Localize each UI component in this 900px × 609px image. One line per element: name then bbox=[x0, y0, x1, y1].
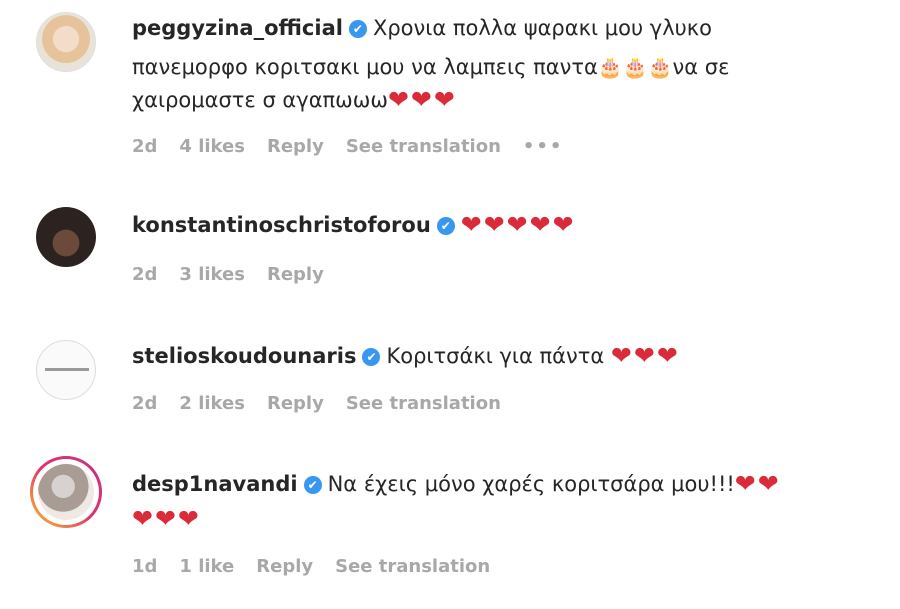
heart-emoji-icon: ❤❤❤❤❤ bbox=[460, 210, 576, 239]
comment-body: stelioskoudounaris ✔ Κοριτσάκι για πάντα ❤… bbox=[132, 340, 680, 372]
likes-count[interactable]: 2 likes bbox=[179, 393, 245, 414]
comment-body: konstantinoschristoforou ✔ ❤❤❤❤❤ bbox=[132, 209, 576, 241]
comment-meta: 2d 4 likes Reply See translation ••• bbox=[132, 136, 585, 157]
avatar[interactable] bbox=[36, 340, 96, 400]
verified-badge-icon: ✔ bbox=[303, 476, 322, 494]
comment-text: Να έχεις μόνο χαρές κοριτσάρα μου!!! bbox=[327, 472, 735, 496]
heart-emoji-icon: ❤❤ bbox=[734, 469, 781, 498]
comment-body: desp1navandi ✔ Να έχεις μόνο χαρές κοριτσά… bbox=[132, 468, 781, 500]
comment-time: 2d bbox=[132, 136, 158, 157]
likes-count[interactable]: 1 like bbox=[179, 556, 234, 577]
avatar-logo bbox=[45, 368, 89, 371]
see-translation-link[interactable]: See translation bbox=[346, 136, 501, 157]
comment-meta: 2d 3 likes Reply bbox=[132, 264, 346, 285]
reply-button[interactable]: Reply bbox=[267, 136, 324, 157]
comment-meta: 1d 1 like Reply See translation bbox=[132, 556, 512, 577]
comment-text: Χρονια πολλα ψαρακι μου γλυκο bbox=[372, 16, 713, 40]
comment-text: πανεμορφο κοριτσακι μου να λαμπεις παντα bbox=[132, 55, 598, 79]
see-translation-link[interactable]: See translation bbox=[335, 556, 490, 577]
verified-badge-icon: ✔ bbox=[436, 217, 455, 235]
comment-body: peggyzina_official ✔ Χρονια πολλα ψαρακι μ… bbox=[132, 12, 712, 44]
avatar-story-ring[interactable] bbox=[30, 456, 102, 528]
avatar bbox=[38, 464, 94, 520]
avatar[interactable] bbox=[36, 207, 96, 267]
username-link[interactable]: desp1navandi bbox=[132, 472, 298, 496]
comment-body-line: πανεμορφο κοριτσακι μου να λαμπεις παντα… bbox=[132, 51, 729, 83]
comment-text: χαιρομαστε σ αγαπωωω bbox=[132, 88, 388, 112]
comment-body-line: χαιρομαστε σ αγαπωωω❤❤❤ bbox=[132, 84, 457, 116]
comment-meta: 2d 2 likes Reply See translation bbox=[132, 393, 523, 414]
username-link[interactable]: stelioskoudounaris bbox=[132, 344, 356, 368]
see-translation-link[interactable]: See translation bbox=[346, 393, 501, 414]
reply-button[interactable]: Reply bbox=[256, 556, 313, 577]
comment-text: Κοριτσάκι για πάντα bbox=[386, 344, 605, 368]
comment-body-line: ❤❤❤ bbox=[132, 503, 201, 535]
verified-badge-icon: ✔ bbox=[362, 348, 381, 366]
avatar[interactable] bbox=[36, 12, 96, 72]
comment-time: 1d bbox=[132, 556, 158, 577]
verified-badge-icon: ✔ bbox=[348, 20, 367, 38]
username-link[interactable]: peggyzina_official bbox=[132, 16, 343, 40]
comment-text: να σε bbox=[672, 55, 730, 79]
likes-count[interactable]: 4 likes bbox=[179, 136, 245, 157]
heart-emoji-icon: ❤❤❤ bbox=[132, 504, 201, 533]
likes-count[interactable]: 3 likes bbox=[179, 264, 245, 285]
comment-time: 2d bbox=[132, 264, 158, 285]
heart-emoji-icon: ❤❤❤ bbox=[610, 341, 680, 370]
more-options-icon[interactable]: ••• bbox=[523, 136, 564, 157]
reply-button[interactable]: Reply bbox=[267, 264, 324, 285]
heart-emoji-icon: ❤❤❤ bbox=[387, 85, 457, 114]
comment-time: 2d bbox=[132, 393, 158, 414]
reply-button[interactable]: Reply bbox=[267, 393, 324, 414]
username-link[interactable]: konstantinoschristoforou bbox=[132, 213, 431, 237]
cake-emoji-icon: 🎂🎂🎂 bbox=[597, 55, 673, 79]
